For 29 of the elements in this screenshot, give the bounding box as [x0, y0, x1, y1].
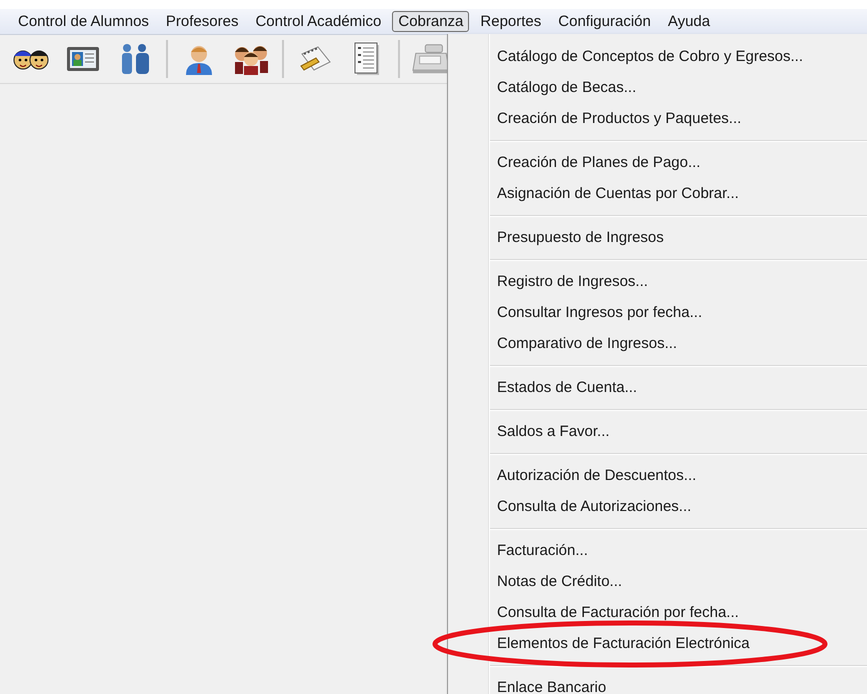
- menu-item[interactable]: Asignación de Cuentas por Cobrar...: [490, 178, 867, 209]
- menu-title[interactable]: Configuración: [552, 11, 657, 32]
- menu-title[interactable]: Control de Alumnos: [12, 11, 155, 32]
- menu-item[interactable]: Notas de Crédito...: [490, 566, 867, 597]
- menu-title[interactable]: Ayuda: [662, 11, 716, 32]
- menu-item[interactable]: Catálogo de Becas...: [490, 72, 867, 103]
- group-icon: [233, 43, 269, 75]
- menu-item[interactable]: Estados de Cuenta...: [490, 372, 867, 403]
- menu-item[interactable]: Enlace Bancario: [490, 672, 867, 694]
- menu-item[interactable]: Consulta de Autorizaciones...: [490, 491, 867, 522]
- menu-item[interactable]: Autorización de Descuentos...: [490, 460, 867, 491]
- menu-item[interactable]: Facturación...: [490, 535, 867, 566]
- menu-item[interactable]: Comparativo de Ingresos...: [490, 328, 867, 359]
- document-icon: [353, 42, 381, 76]
- menu-item[interactable]: Registro de Ingresos...: [490, 266, 867, 297]
- menu-item[interactable]: Creación de Productos y Paquetes...: [490, 103, 867, 134]
- menu-item[interactable]: Catálogo de Conceptos de Cobro y Egresos...: [490, 41, 867, 72]
- menu-title[interactable]: Profesores: [160, 11, 244, 32]
- menu-item[interactable]: Saldos a Favor...: [490, 416, 867, 447]
- menu-title[interactable]: Reportes: [474, 11, 548, 32]
- menu-title[interactable]: Control Académico: [249, 11, 388, 32]
- menu-item[interactable]: Presupuesto de Ingresos: [490, 222, 867, 253]
- menu-item[interactable]: Consulta de Facturación por fecha...: [490, 597, 867, 628]
- menu-item[interactable]: Creación de Planes de Pago...: [490, 147, 867, 178]
- menu-item[interactable]: Elementos de Facturación Electrónica: [490, 628, 867, 659]
- menu-item[interactable]: Consultar Ingresos por fecha...: [490, 297, 867, 328]
- menu-title[interactable]: Cobranza: [392, 11, 470, 32]
- id-card-icon: [66, 46, 100, 72]
- man-icon: [183, 43, 215, 75]
